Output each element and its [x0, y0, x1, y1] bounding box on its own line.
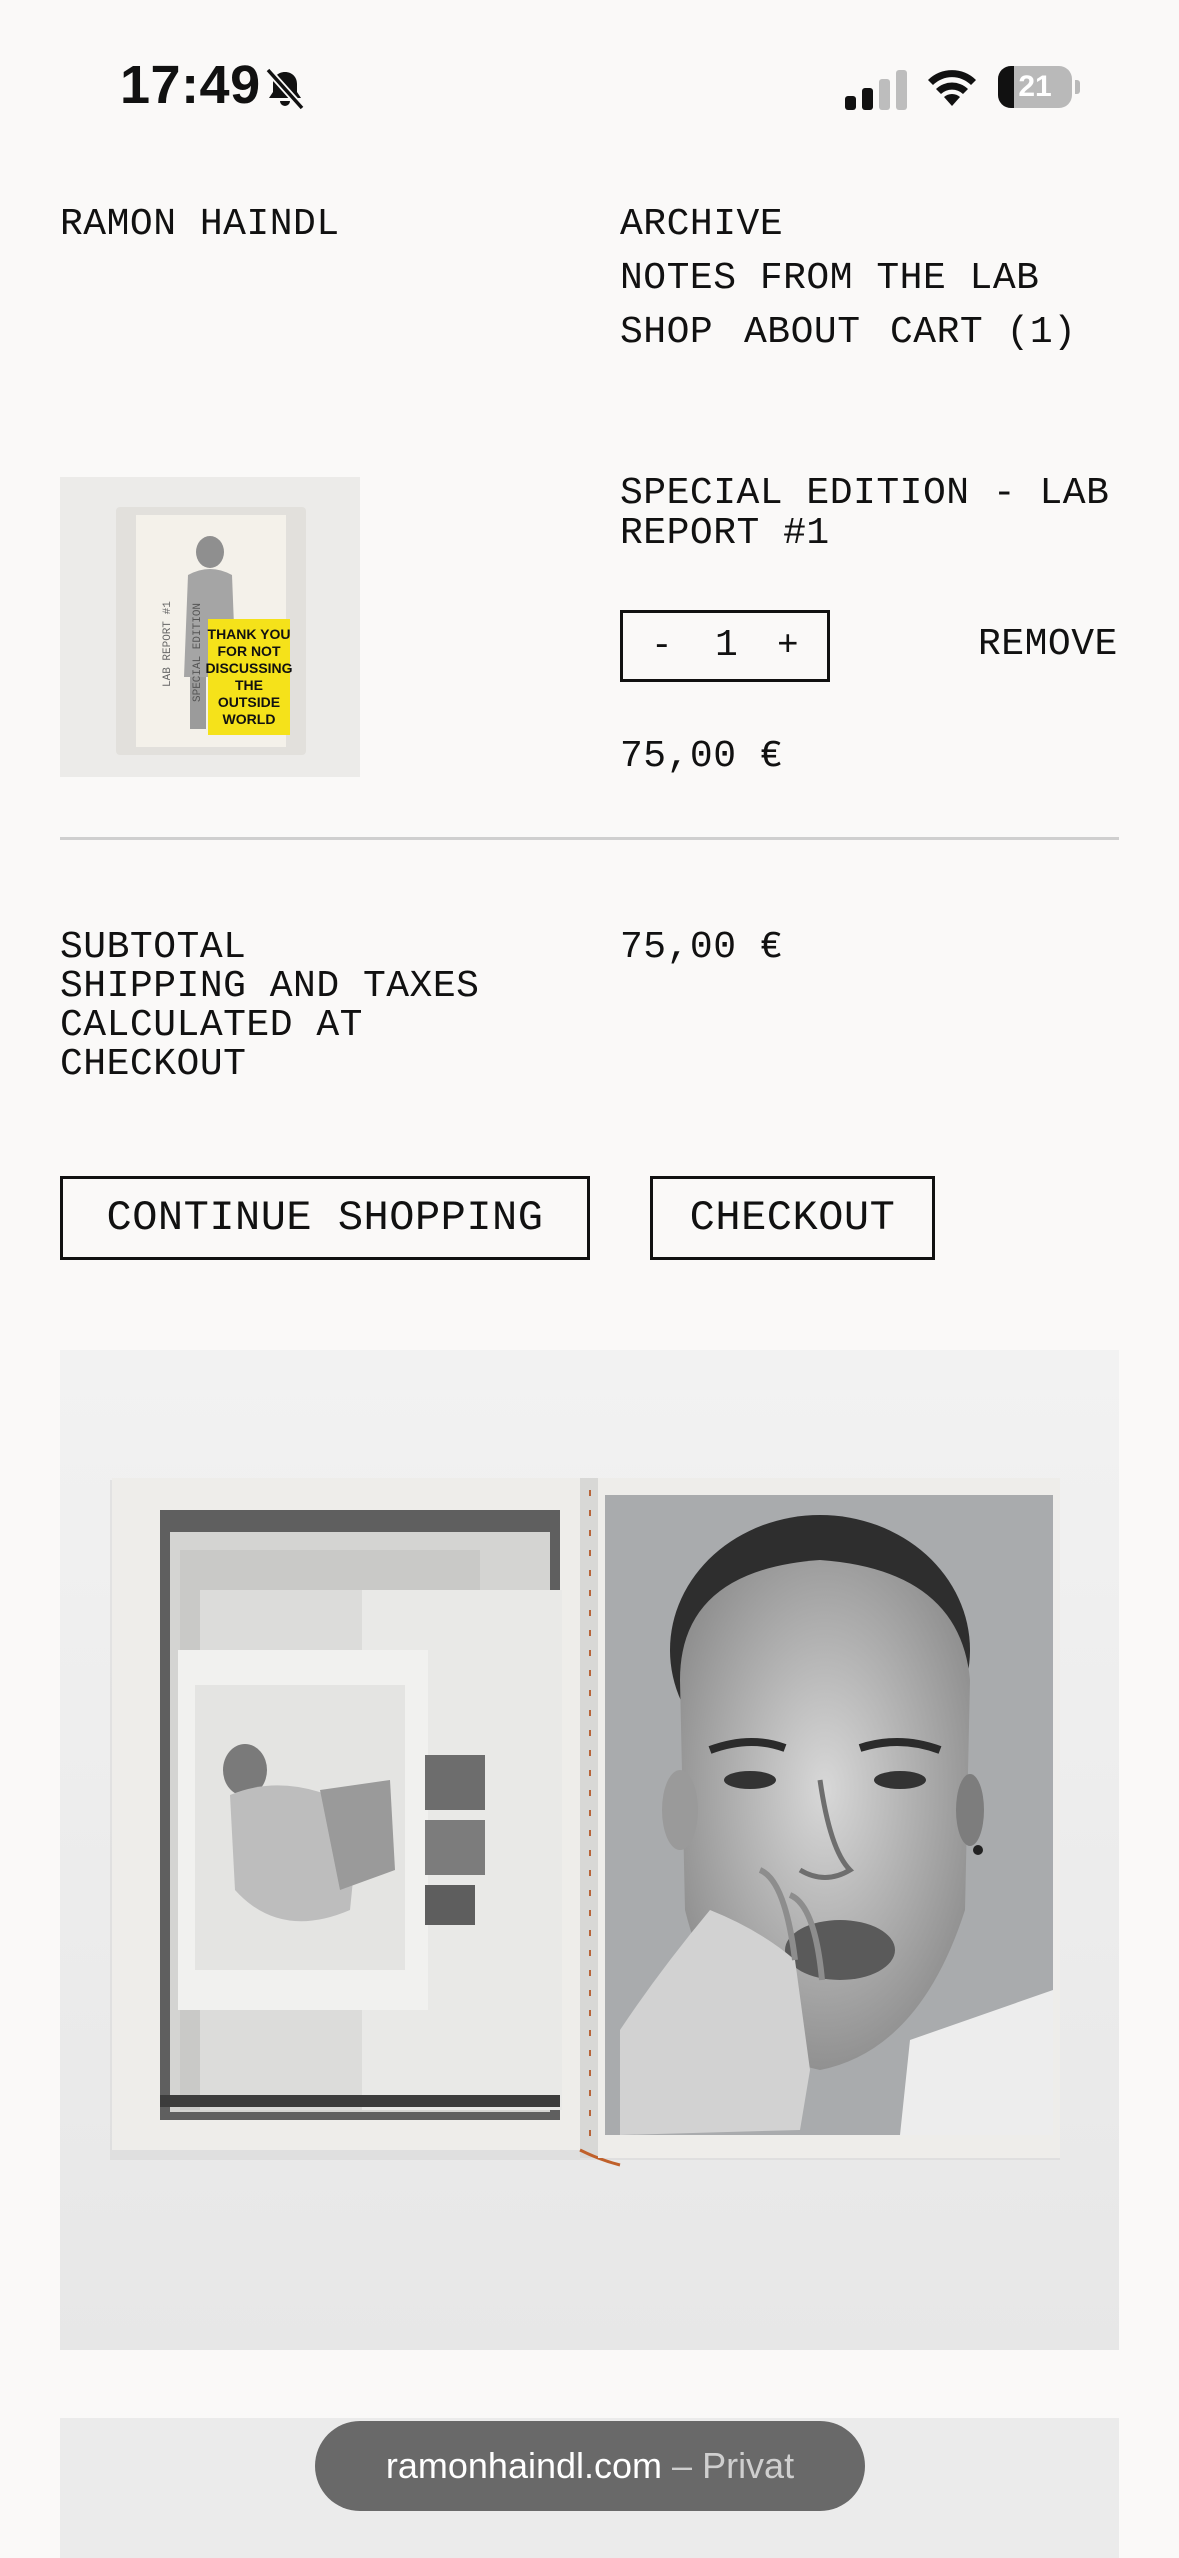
nav-shop-link[interactable]: SHOP — [620, 306, 713, 360]
nav-archive-link[interactable]: ARCHIVE — [620, 198, 783, 252]
shipping-note: CHECKOUT — [60, 1043, 247, 1086]
thumb-spine-text-1: LAB REPORT #1 — [162, 601, 174, 687]
battery-nub — [1075, 80, 1080, 94]
product-name-line: SPECIAL EDITION - LAB — [620, 472, 1110, 515]
thumb-sticker-line: THANK YOU — [208, 626, 291, 642]
checkout-button[interactable]: CHECKOUT — [650, 1176, 935, 1260]
continue-shopping-button[interactable]: CONTINUE SHOPPING — [60, 1176, 590, 1260]
product-photo[interactable] — [60, 1350, 1119, 2350]
shipping-note: CALCULATED AT — [60, 1004, 363, 1047]
quantity-stepper[interactable]: - 1 + — [620, 610, 830, 682]
browser-private-mode: Privat — [702, 2445, 795, 2486]
browser-url-pill[interactable]: ramonhaindl.com – Privat — [315, 2421, 865, 2511]
product-thumbnail[interactable]: LAB REPORT #1 SPECIAL EDITION THANK YOU … — [60, 477, 360, 777]
shipping-note: SHIPPING AND TAXES — [60, 965, 480, 1008]
thumb-sticker-line: THE — [235, 677, 263, 693]
quantity-decrease-button[interactable]: - — [651, 613, 673, 679]
thumb-sticker-line: OUTSIDE — [218, 694, 280, 710]
thumb-sticker-line: WORLD — [223, 711, 276, 727]
battery-icon: 21 — [998, 66, 1080, 108]
product-thumbnail-image: LAB REPORT #1 SPECIAL EDITION THANK YOU … — [60, 477, 360, 777]
subtotal-value: 75,00 € — [620, 926, 784, 969]
nav-notes-link[interactable]: NOTES FROM THE LAB — [620, 252, 1039, 306]
quantity-value[interactable]: 1 — [715, 613, 738, 679]
quantity-increase-button[interactable]: + — [777, 613, 799, 679]
product-photo-image — [60, 1350, 1119, 2350]
thumb-sticker-line: FOR NOT — [218, 643, 281, 659]
wifi-icon — [928, 70, 976, 106]
brand-logo-link[interactable]: RAMON HAINDL — [60, 198, 340, 252]
browser-separator: – — [662, 2445, 703, 2486]
thumb-spine-text-2: SPECIAL EDITION — [192, 603, 204, 702]
nav-cart-link[interactable]: CART (1) — [890, 306, 1076, 360]
bell-muted-icon — [265, 67, 305, 111]
item-price: 75,00 € — [620, 735, 784, 778]
status-time: 17:49 — [120, 55, 261, 115]
product-name[interactable]: SPECIAL EDITION - LAB REPORT #1 — [620, 474, 1140, 554]
divider — [60, 837, 1119, 840]
battery-percentage: 21 — [1018, 70, 1052, 103]
cellular-signal-icon — [845, 70, 907, 110]
remove-item-button[interactable]: REMOVE — [978, 620, 1118, 670]
subtotal-label: SUBTOTAL — [60, 926, 247, 969]
summary-labels: SUBTOTAL SHIPPING AND TAXES CALCULATED A… — [60, 928, 520, 1084]
browser-domain: ramonhaindl.com — [385, 2445, 663, 2486]
product-name-line: REPORT #1 — [620, 512, 830, 555]
nav-about-link[interactable]: ABOUT — [744, 306, 861, 360]
thumb-sticker-line: DISCUSSING — [205, 660, 292, 676]
